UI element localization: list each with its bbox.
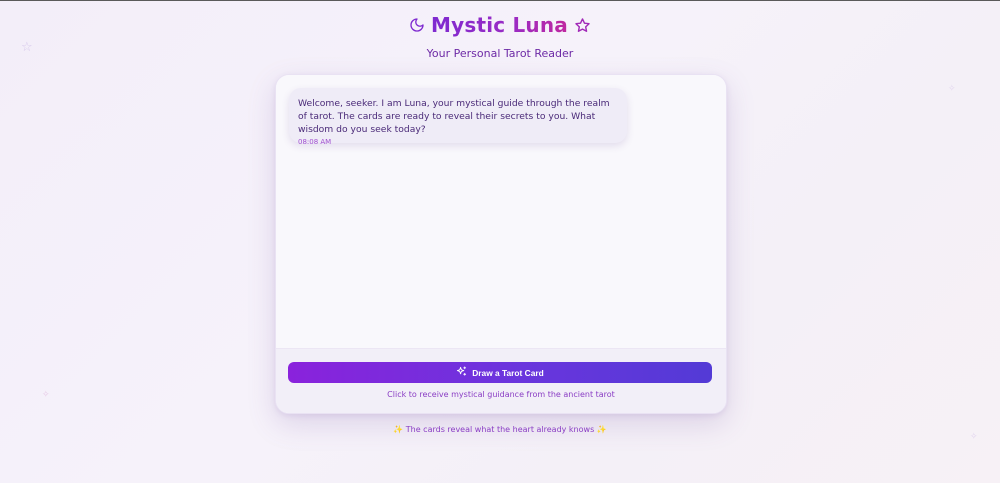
message-list[interactable]: Welcome, seeker. I am Luna, your mystica…: [276, 75, 726, 348]
assistant-message: Welcome, seeker. I am Luna, your mystica…: [289, 88, 627, 146]
decorative-sparkle-icon: ✧: [42, 390, 50, 400]
app-title: Mystic Luna: [431, 13, 568, 37]
draw-tarot-card-button[interactable]: Draw a Tarot Card: [288, 362, 712, 383]
app-header: Mystic Luna Your Personal Tarot Reader: [0, 11, 1000, 60]
title-row: Mystic Luna: [0, 11, 1000, 39]
app-subtitle: Your Personal Tarot Reader: [426, 47, 574, 60]
action-area: Draw a Tarot Card Click to receive mysti…: [276, 348, 726, 413]
draw-hint-text: Click to receive mystical guidance from …: [387, 390, 615, 399]
crescent-moon-icon: [409, 17, 425, 33]
star-outline-icon: [574, 17, 591, 34]
draw-button-label: Draw a Tarot Card: [472, 367, 544, 378]
chat-panel: Welcome, seeker. I am Luna, your mystica…: [275, 74, 727, 414]
decorative-sparkle-icon: ✧: [948, 84, 956, 94]
decorative-sparkle-icon: ✧: [970, 432, 978, 442]
message-text: Welcome, seeker. I am Luna, your mystica…: [298, 98, 610, 135]
footer-tagline: ✨ The cards reveal what the heart alread…: [393, 425, 607, 434]
sparkles-icon: [456, 365, 467, 380]
message-timestamp: 08:08 AM: [298, 138, 332, 146]
